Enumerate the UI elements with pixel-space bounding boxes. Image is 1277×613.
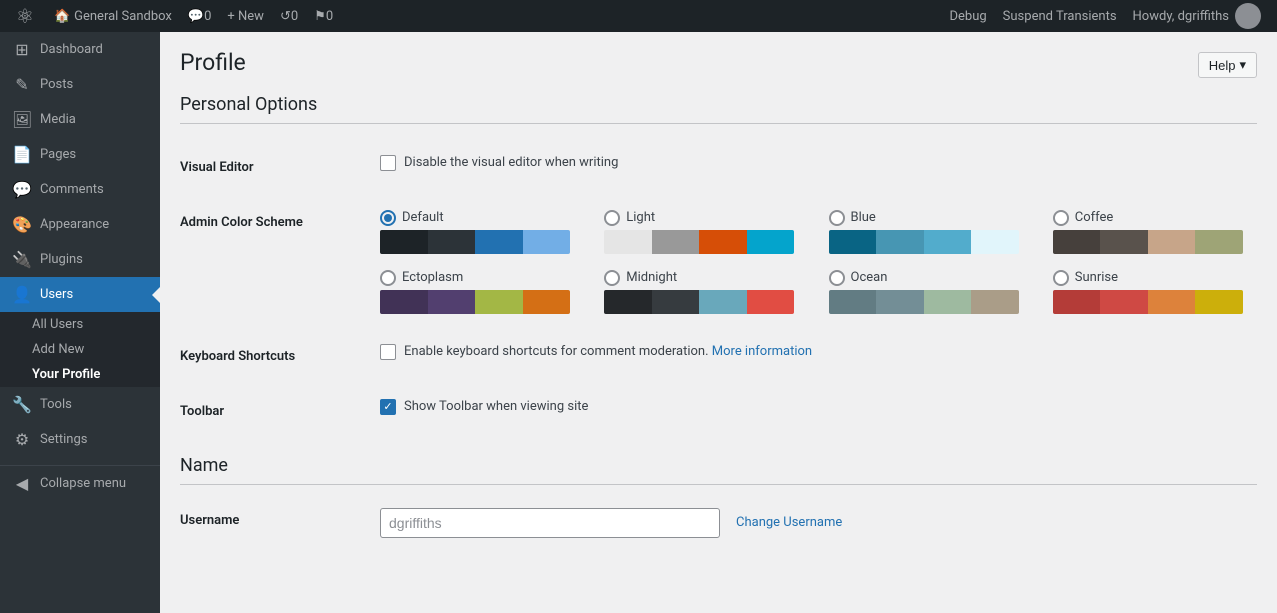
media-icon: 🖼 bbox=[12, 110, 32, 129]
appearance-icon: 🎨 bbox=[12, 215, 32, 234]
sidebar-item-your-profile[interactable]: Your Profile bbox=[0, 362, 160, 387]
users-submenu: All Users Add New Your Profile bbox=[0, 312, 160, 387]
refresh-icon: ↺ bbox=[280, 9, 291, 24]
dashboard-icon: ⊞ bbox=[12, 40, 32, 59]
sunrise-radio[interactable] bbox=[1053, 270, 1069, 286]
color-scheme-ectoplasm[interactable]: Ectoplasm bbox=[380, 270, 584, 314]
ectoplasm-radio[interactable] bbox=[380, 270, 396, 286]
color-scheme-blue[interactable]: Blue bbox=[829, 210, 1033, 254]
sidebar-item-appearance[interactable]: 🎨 Appearance bbox=[0, 207, 160, 242]
flag-icon: ⚑ bbox=[314, 9, 326, 24]
sidebar-item-tools[interactable]: 🔧 Tools bbox=[0, 387, 160, 422]
users-icon: 👤 bbox=[12, 285, 32, 304]
light-radio[interactable] bbox=[604, 210, 620, 226]
sidebar-item-posts[interactable]: ✎ Posts bbox=[0, 67, 160, 102]
visual-editor-checkbox[interactable] bbox=[380, 155, 396, 171]
collapse-menu-button[interactable]: ◀ Collapse menu bbox=[0, 466, 160, 501]
ectoplasm-swatch bbox=[380, 290, 570, 314]
blue-radio[interactable] bbox=[829, 210, 845, 226]
sidebar-item-add-new[interactable]: Add New bbox=[0, 337, 160, 362]
color-scheme-default[interactable]: Default bbox=[380, 210, 584, 254]
admin-bar: ⚛ 🏠 General Sandbox 💬 0 + New ↺ 0 ⚑ 0 De… bbox=[0, 0, 1277, 32]
help-arrow-icon: ▾ bbox=[1239, 57, 1246, 73]
color-scheme-label: Admin Color Scheme bbox=[180, 195, 380, 329]
visual-editor-field[interactable]: Disable the visual editor when writing bbox=[380, 155, 1257, 171]
midnight-swatch bbox=[604, 290, 794, 314]
personal-options-title: Personal Options bbox=[180, 94, 1257, 124]
wp-logo[interactable]: ⚛ bbox=[8, 0, 42, 32]
sidebar-item-media[interactable]: 🖼 Media bbox=[0, 102, 160, 137]
sidebar: ⊞ Dashboard ✎ Posts 🖼 Media 📄 Pages 💬 Co… bbox=[0, 32, 160, 613]
sidebar-item-users[interactable]: 👤 Users bbox=[0, 277, 160, 312]
color-scheme-grid: Default bbox=[380, 210, 1257, 314]
username-row: Change Username bbox=[380, 508, 1257, 538]
keyboard-shortcuts-label: Keyboard Shortcuts bbox=[180, 329, 380, 384]
visual-editor-label: Visual Editor bbox=[180, 140, 380, 195]
keyboard-shortcuts-more-info[interactable]: More information bbox=[712, 344, 812, 359]
light-swatch bbox=[604, 230, 794, 254]
sidebar-item-dashboard[interactable]: ⊞ Dashboard bbox=[0, 32, 160, 67]
comments-icon: 💬 bbox=[12, 180, 32, 199]
name-section-title: Name bbox=[180, 455, 1257, 485]
posts-icon: ✎ bbox=[12, 75, 32, 94]
default-swatch bbox=[380, 230, 570, 254]
sidebar-item-all-users[interactable]: All Users bbox=[0, 312, 160, 337]
keyboard-shortcuts-field[interactable]: Enable keyboard shortcuts for comment mo… bbox=[380, 344, 1257, 360]
sidebar-item-plugins[interactable]: 🔌 Plugins bbox=[0, 242, 160, 277]
color-scheme-light[interactable]: Light bbox=[604, 210, 808, 254]
color-scheme-midnight[interactable]: Midnight bbox=[604, 270, 808, 314]
comment-icon: 💬 bbox=[188, 9, 204, 24]
toolbar-field[interactable]: ✓ Show Toolbar when viewing site bbox=[380, 399, 1257, 415]
sidebar-item-settings[interactable]: ⚙ Settings bbox=[0, 422, 160, 457]
plugins-icon: 🔌 bbox=[12, 250, 32, 269]
color-scheme-coffee[interactable]: Coffee bbox=[1053, 210, 1257, 254]
blue-swatch bbox=[829, 230, 1019, 254]
name-table: Username Change Username bbox=[180, 493, 1257, 553]
sidebar-item-comments[interactable]: 💬 Comments bbox=[0, 172, 160, 207]
users-arrow bbox=[152, 287, 160, 303]
default-radio[interactable] bbox=[380, 210, 396, 226]
color-scheme-sunrise[interactable]: Sunrise bbox=[1053, 270, 1257, 314]
help-button[interactable]: Help ▾ bbox=[1198, 52, 1257, 78]
coffee-swatch bbox=[1053, 230, 1243, 254]
ocean-swatch bbox=[829, 290, 1019, 314]
coffee-radio[interactable] bbox=[1053, 210, 1069, 226]
collapse-icon: ◀ bbox=[12, 474, 32, 493]
color-scheme-ocean[interactable]: Ocean bbox=[829, 270, 1033, 314]
new-content[interactable]: + New bbox=[219, 0, 272, 32]
page-title: Profile bbox=[180, 48, 1257, 78]
sunrise-swatch bbox=[1053, 290, 1243, 314]
debug-link[interactable]: Debug bbox=[941, 0, 994, 32]
personal-options-table: Visual Editor Disable the visual editor … bbox=[180, 140, 1257, 439]
site-name[interactable]: 🏠 General Sandbox bbox=[46, 0, 180, 32]
avatar bbox=[1235, 3, 1261, 29]
updates[interactable]: ↺ 0 bbox=[272, 0, 306, 32]
keyboard-shortcuts-checkbox[interactable] bbox=[380, 344, 396, 360]
suspend-transients[interactable]: Suspend Transients bbox=[995, 0, 1125, 32]
username-input[interactable] bbox=[380, 508, 720, 538]
tools-icon: 🔧 bbox=[12, 395, 32, 414]
howdy-user[interactable]: Howdy, dgriffiths bbox=[1125, 0, 1269, 32]
flag-count[interactable]: ⚑ 0 bbox=[306, 0, 341, 32]
settings-icon: ⚙ bbox=[12, 430, 32, 449]
main-content: Help ▾ Profile Personal Options Visual E… bbox=[160, 32, 1277, 613]
midnight-radio[interactable] bbox=[604, 270, 620, 286]
toolbar-label: Toolbar bbox=[180, 384, 380, 439]
sidebar-item-pages[interactable]: 📄 Pages bbox=[0, 137, 160, 172]
ocean-radio[interactable] bbox=[829, 270, 845, 286]
site-icon: 🏠 bbox=[54, 9, 70, 24]
change-username-link[interactable]: Change Username bbox=[736, 515, 842, 530]
toolbar-checkbox[interactable]: ✓ bbox=[380, 399, 396, 415]
comments-count[interactable]: 💬 0 bbox=[180, 0, 220, 32]
username-label: Username bbox=[180, 493, 380, 553]
pages-icon: 📄 bbox=[12, 145, 32, 164]
